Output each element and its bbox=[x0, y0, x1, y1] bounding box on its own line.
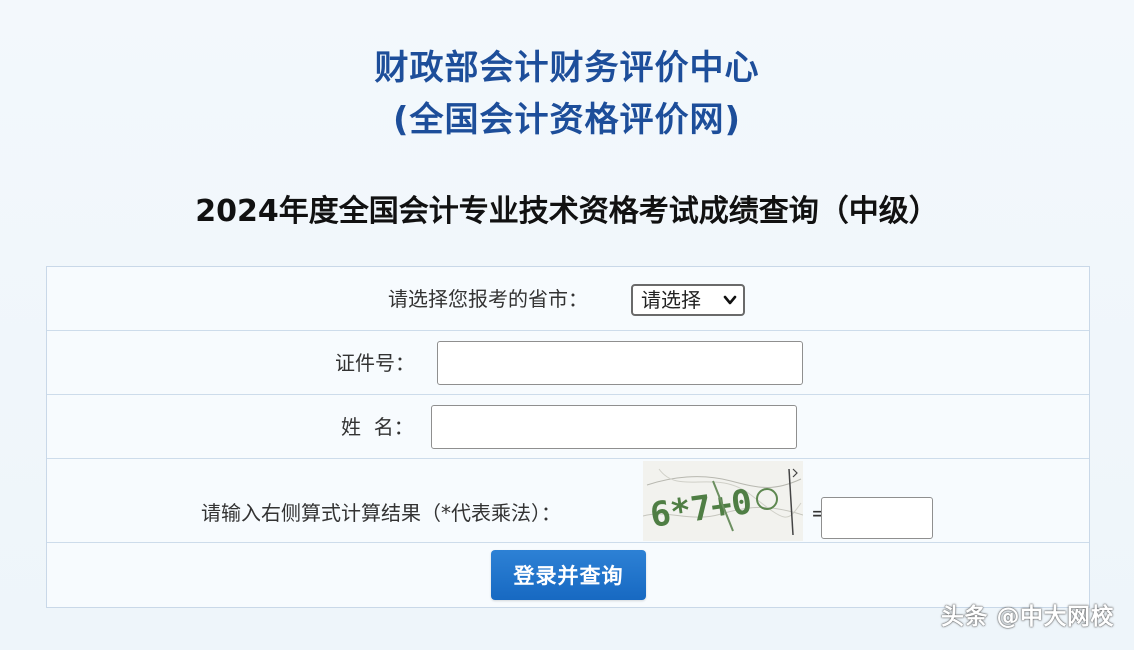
watermark: 头条 @中大网校 bbox=[940, 604, 1114, 630]
captcha-label: 请输入右侧算式计算结果（*代表乘法）： bbox=[201, 501, 561, 525]
id-number-input[interactable] bbox=[437, 341, 803, 385]
province-row: 请选择您报考的省市： 请选择 bbox=[47, 267, 1089, 331]
province-label: 请选择您报考的省市： bbox=[388, 287, 588, 311]
page: 财政部会计财务评价中心 (全国会计资格评价网) 2024年度全国会计专业技术资格… bbox=[0, 0, 1134, 650]
captcha-row: 请输入右侧算式计算结果（*代表乘法）： 6*7+0 = bbox=[47, 459, 1089, 543]
captcha-graphic: 6*7+0 bbox=[643, 461, 803, 541]
query-form: 请选择您报考的省市： 请选择 证件号： 姓 名： 请输入右侧算式计算结果（*代表… bbox=[46, 266, 1090, 608]
captcha-answer-input[interactable] bbox=[821, 497, 933, 539]
organization-subtitle: (全国会计资格评价网) bbox=[392, 100, 742, 140]
captcha-image[interactable]: 6*7+0 bbox=[643, 461, 803, 541]
name-label: 姓 名： bbox=[341, 415, 414, 439]
id-number-label: 证件号： bbox=[335, 351, 415, 375]
login-query-button[interactable]: 登录并查询 bbox=[491, 550, 646, 600]
submit-row: 登录并查询 bbox=[47, 543, 1089, 607]
chevron-down-icon bbox=[723, 295, 737, 305]
province-select[interactable]: 请选择 bbox=[631, 284, 745, 316]
exam-title: 2024年度全国会计专业技术资格考试成绩查询（中级） bbox=[195, 194, 939, 229]
organization-title: 财政部会计财务评价中心 bbox=[374, 48, 760, 88]
province-select-value: 请选择 bbox=[641, 288, 701, 312]
name-input[interactable] bbox=[431, 405, 797, 449]
id-row: 证件号： bbox=[47, 331, 1089, 395]
name-row: 姓 名： bbox=[47, 395, 1089, 459]
